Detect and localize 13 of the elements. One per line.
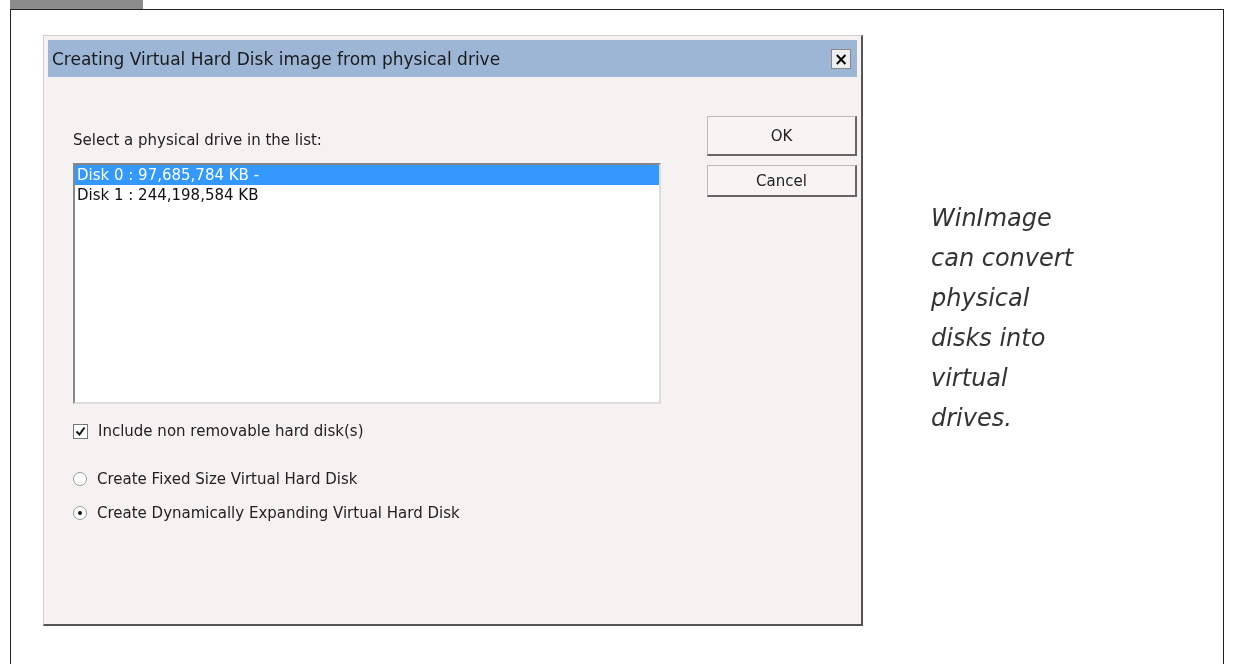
radio-button[interactable] [73,506,87,520]
list-label: Select a physical drive in the list: [73,131,323,149]
checkbox-label: Include non removable hard disk(s) [98,422,364,440]
close-button[interactable]: × [831,48,851,69]
cancel-button[interactable]: Cancel [707,165,857,197]
radio-button[interactable] [73,472,87,486]
checkbox[interactable] [73,423,88,439]
radio-label: Create Fixed Size Virtual Hard Disk [97,470,358,488]
caption: WinImage can convert physical disks into virtual drives. [931,203,1075,434]
radio-label: Create Dynamically Expanding Virtual Hard Disk [97,504,460,522]
ok-button[interactable]: OK [707,116,857,156]
window-title: Creating Virtual Hard Disk image from physical drive [52,48,501,69]
drive-item[interactable]: Disk 1 : 244,198,584 KB [75,185,659,205]
